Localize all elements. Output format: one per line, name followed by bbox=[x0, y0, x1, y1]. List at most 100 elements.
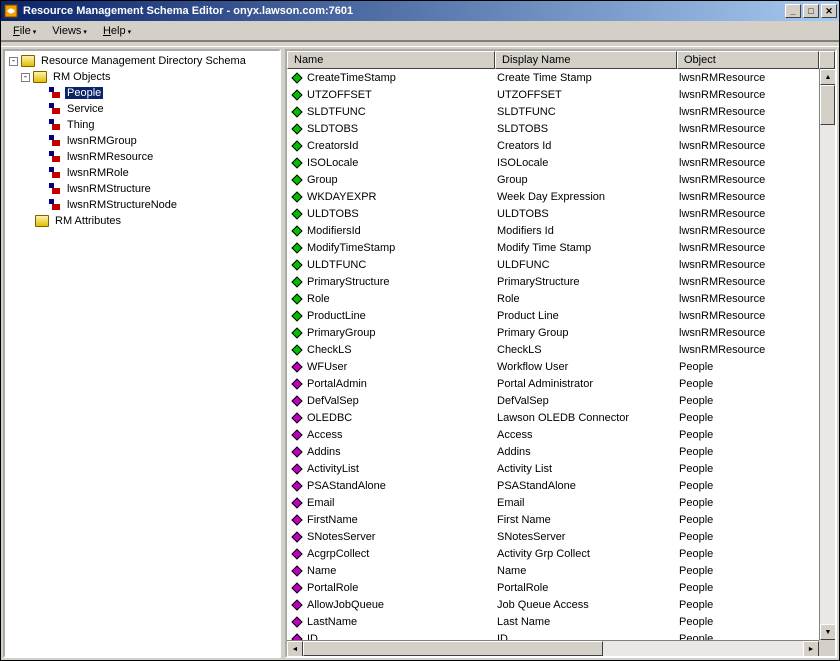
tree-item[interactable]: lwsnRMRole bbox=[7, 165, 277, 181]
cell-object: People bbox=[679, 599, 835, 611]
table-row[interactable]: PortalRolePortalRolePeople bbox=[287, 579, 835, 596]
scroll-thumb[interactable] bbox=[303, 641, 603, 656]
table-row[interactable]: LastNameLast NamePeople bbox=[287, 613, 835, 630]
scroll-up-button[interactable]: ▲ bbox=[820, 69, 836, 85]
tree-item[interactable]: People bbox=[7, 85, 277, 101]
table-row[interactable]: AcgrpCollectActivity Grp CollectPeople bbox=[287, 545, 835, 562]
table-row[interactable]: WKDAYEXPRWeek Day ExpressionlwsnRMResour… bbox=[287, 188, 835, 205]
tree-root[interactable]: - Resource Management Directory Schema bbox=[7, 53, 277, 69]
table-row[interactable]: OLEDBCLawson OLEDB ConnectorPeople bbox=[287, 409, 835, 426]
cell-name: CreatorsId bbox=[307, 140, 497, 152]
diamond-icon bbox=[291, 395, 302, 406]
table-row[interactable]: DefValSepDefValSepPeople bbox=[287, 392, 835, 409]
app-window: Resource Management Schema Editor - onyx… bbox=[0, 0, 840, 661]
cell-display: Last Name bbox=[497, 616, 679, 628]
cell-name: FirstName bbox=[307, 514, 497, 526]
table-row[interactable]: SLDTFUNCSLDTFUNClwsnRMResource bbox=[287, 103, 835, 120]
table-row[interactable]: NameNamePeople bbox=[287, 562, 835, 579]
tree-item[interactable]: Service bbox=[7, 101, 277, 117]
scroll-down-button[interactable]: ▼ bbox=[820, 624, 836, 640]
window-title: Resource Management Schema Editor - onyx… bbox=[23, 5, 783, 17]
cell-name: PSAStandAlone bbox=[307, 480, 497, 492]
table-row[interactable]: ULDTFUNCULDFUNClwsnRMResource bbox=[287, 256, 835, 273]
cell-object: lwsnRMResource bbox=[679, 157, 835, 169]
table-row[interactable]: SNotesServerSNotesServerPeople bbox=[287, 528, 835, 545]
folder-icon bbox=[33, 71, 47, 83]
menu-help[interactable]: Help▾ bbox=[97, 23, 137, 39]
menu-file[interactable]: File▾ bbox=[7, 23, 42, 39]
close-button[interactable]: ✕ bbox=[821, 4, 837, 18]
scroll-left-button[interactable]: ◄ bbox=[287, 641, 303, 657]
table-row[interactable]: CreatorsIdCreators IdlwsnRMResource bbox=[287, 137, 835, 154]
horizontal-scrollbar[interactable]: ◄ ► bbox=[287, 640, 819, 656]
cell-object: People bbox=[679, 616, 835, 628]
diamond-icon bbox=[291, 514, 302, 525]
table-row[interactable]: WFUserWorkflow UserPeople bbox=[287, 358, 835, 375]
header-scroll-spacer bbox=[819, 51, 835, 69]
table-row[interactable]: SLDTOBSSLDTOBSlwsnRMResource bbox=[287, 120, 835, 137]
table-row[interactable]: CreateTimeStampCreate Time StamplwsnRMRe… bbox=[287, 69, 835, 86]
table-row[interactable]: PSAStandAlonePSAStandAlonePeople bbox=[287, 477, 835, 494]
scroll-right-button[interactable]: ► bbox=[803, 641, 819, 657]
cell-object: lwsnRMResource bbox=[679, 259, 835, 271]
table-row[interactable]: AllowJobQueueJob Queue AccessPeople bbox=[287, 596, 835, 613]
tree-rm-objects[interactable]: - RM Objects bbox=[7, 69, 277, 85]
table-row[interactable]: UTZOFFSETUTZOFFSETlwsnRMResource bbox=[287, 86, 835, 103]
table-row[interactable]: ModifyTimeStampModify Time StamplwsnRMRe… bbox=[287, 239, 835, 256]
cell-name: AcgrpCollect bbox=[307, 548, 497, 560]
tree-item-label: lwsnRMResource bbox=[65, 151, 155, 163]
cell-display: Primary Group bbox=[497, 327, 679, 339]
table-row[interactable]: ProductLineProduct LinelwsnRMResource bbox=[287, 307, 835, 324]
cell-object: lwsnRMResource bbox=[679, 327, 835, 339]
diamond-icon bbox=[291, 327, 302, 338]
cell-object: lwsnRMResource bbox=[679, 140, 835, 152]
diamond-icon bbox=[291, 344, 302, 355]
table-row[interactable]: ModifiersIdModifiers IdlwsnRMResource bbox=[287, 222, 835, 239]
table-row[interactable]: EmailEmailPeople bbox=[287, 494, 835, 511]
table-row[interactable]: PrimaryGroupPrimary GrouplwsnRMResource bbox=[287, 324, 835, 341]
collapse-icon[interactable]: - bbox=[9, 57, 18, 66]
cell-name: SNotesServer bbox=[307, 531, 497, 543]
column-header-object[interactable]: Object bbox=[677, 51, 819, 69]
cell-name: UTZOFFSET bbox=[307, 89, 497, 101]
tree-panel[interactable]: - Resource Management Directory Schema -… bbox=[3, 49, 281, 658]
menu-views[interactable]: Views▾ bbox=[46, 23, 93, 39]
table-row[interactable]: ActivityListActivity ListPeople bbox=[287, 460, 835, 477]
cell-display: Group bbox=[497, 174, 679, 186]
tree-item[interactable]: lwsnRMResource bbox=[7, 149, 277, 165]
table-row[interactable]: GroupGrouplwsnRMResource bbox=[287, 171, 835, 188]
maximize-button[interactable]: □ bbox=[803, 4, 819, 18]
minimize-button[interactable]: _ bbox=[785, 4, 801, 18]
table-row[interactable]: PrimaryStructurePrimaryStructurelwsnRMRe… bbox=[287, 273, 835, 290]
table-row[interactable]: PortalAdminPortal AdministratorPeople bbox=[287, 375, 835, 392]
scroll-track[interactable] bbox=[820, 125, 835, 624]
table-row[interactable]: FirstNameFirst NamePeople bbox=[287, 511, 835, 528]
column-header-name[interactable]: Name bbox=[287, 51, 495, 69]
table-row[interactable]: ULDTOBSULDTOBSlwsnRMResource bbox=[287, 205, 835, 222]
object-icon bbox=[49, 183, 61, 195]
scroll-thumb[interactable] bbox=[820, 85, 835, 125]
column-header-display[interactable]: Display Name bbox=[495, 51, 677, 69]
tree-rm-attributes[interactable]: RM Attributes bbox=[7, 213, 277, 229]
cell-object: People bbox=[679, 531, 835, 543]
cell-object: People bbox=[679, 582, 835, 594]
table-row[interactable]: CheckLSCheckLSlwsnRMResource bbox=[287, 341, 835, 358]
list-body[interactable]: CreateTimeStampCreate Time StamplwsnRMRe… bbox=[287, 69, 835, 656]
table-row[interactable]: ISOLocaleISOLocalelwsnRMResource bbox=[287, 154, 835, 171]
scroll-track[interactable] bbox=[603, 641, 803, 656]
vertical-scrollbar[interactable]: ▲ ▼ bbox=[819, 69, 835, 640]
tree-item[interactable]: lwsnRMStructure bbox=[7, 181, 277, 197]
diamond-icon bbox=[291, 276, 302, 287]
diamond-icon bbox=[291, 582, 302, 593]
tree-item[interactable]: lwsnRMStructureNode bbox=[7, 197, 277, 213]
diamond-icon bbox=[291, 565, 302, 576]
cell-display: Product Line bbox=[497, 310, 679, 322]
tree-item[interactable]: Thing bbox=[7, 117, 277, 133]
collapse-icon[interactable]: - bbox=[21, 73, 30, 82]
tree-rm-attributes-label: RM Attributes bbox=[53, 215, 123, 227]
table-row[interactable]: RoleRolelwsnRMResource bbox=[287, 290, 835, 307]
table-row[interactable]: AccessAccessPeople bbox=[287, 426, 835, 443]
tree-item[interactable]: lwsnRMGroup bbox=[7, 133, 277, 149]
table-row[interactable]: AddinsAddinsPeople bbox=[287, 443, 835, 460]
titlebar[interactable]: Resource Management Schema Editor - onyx… bbox=[1, 1, 839, 21]
